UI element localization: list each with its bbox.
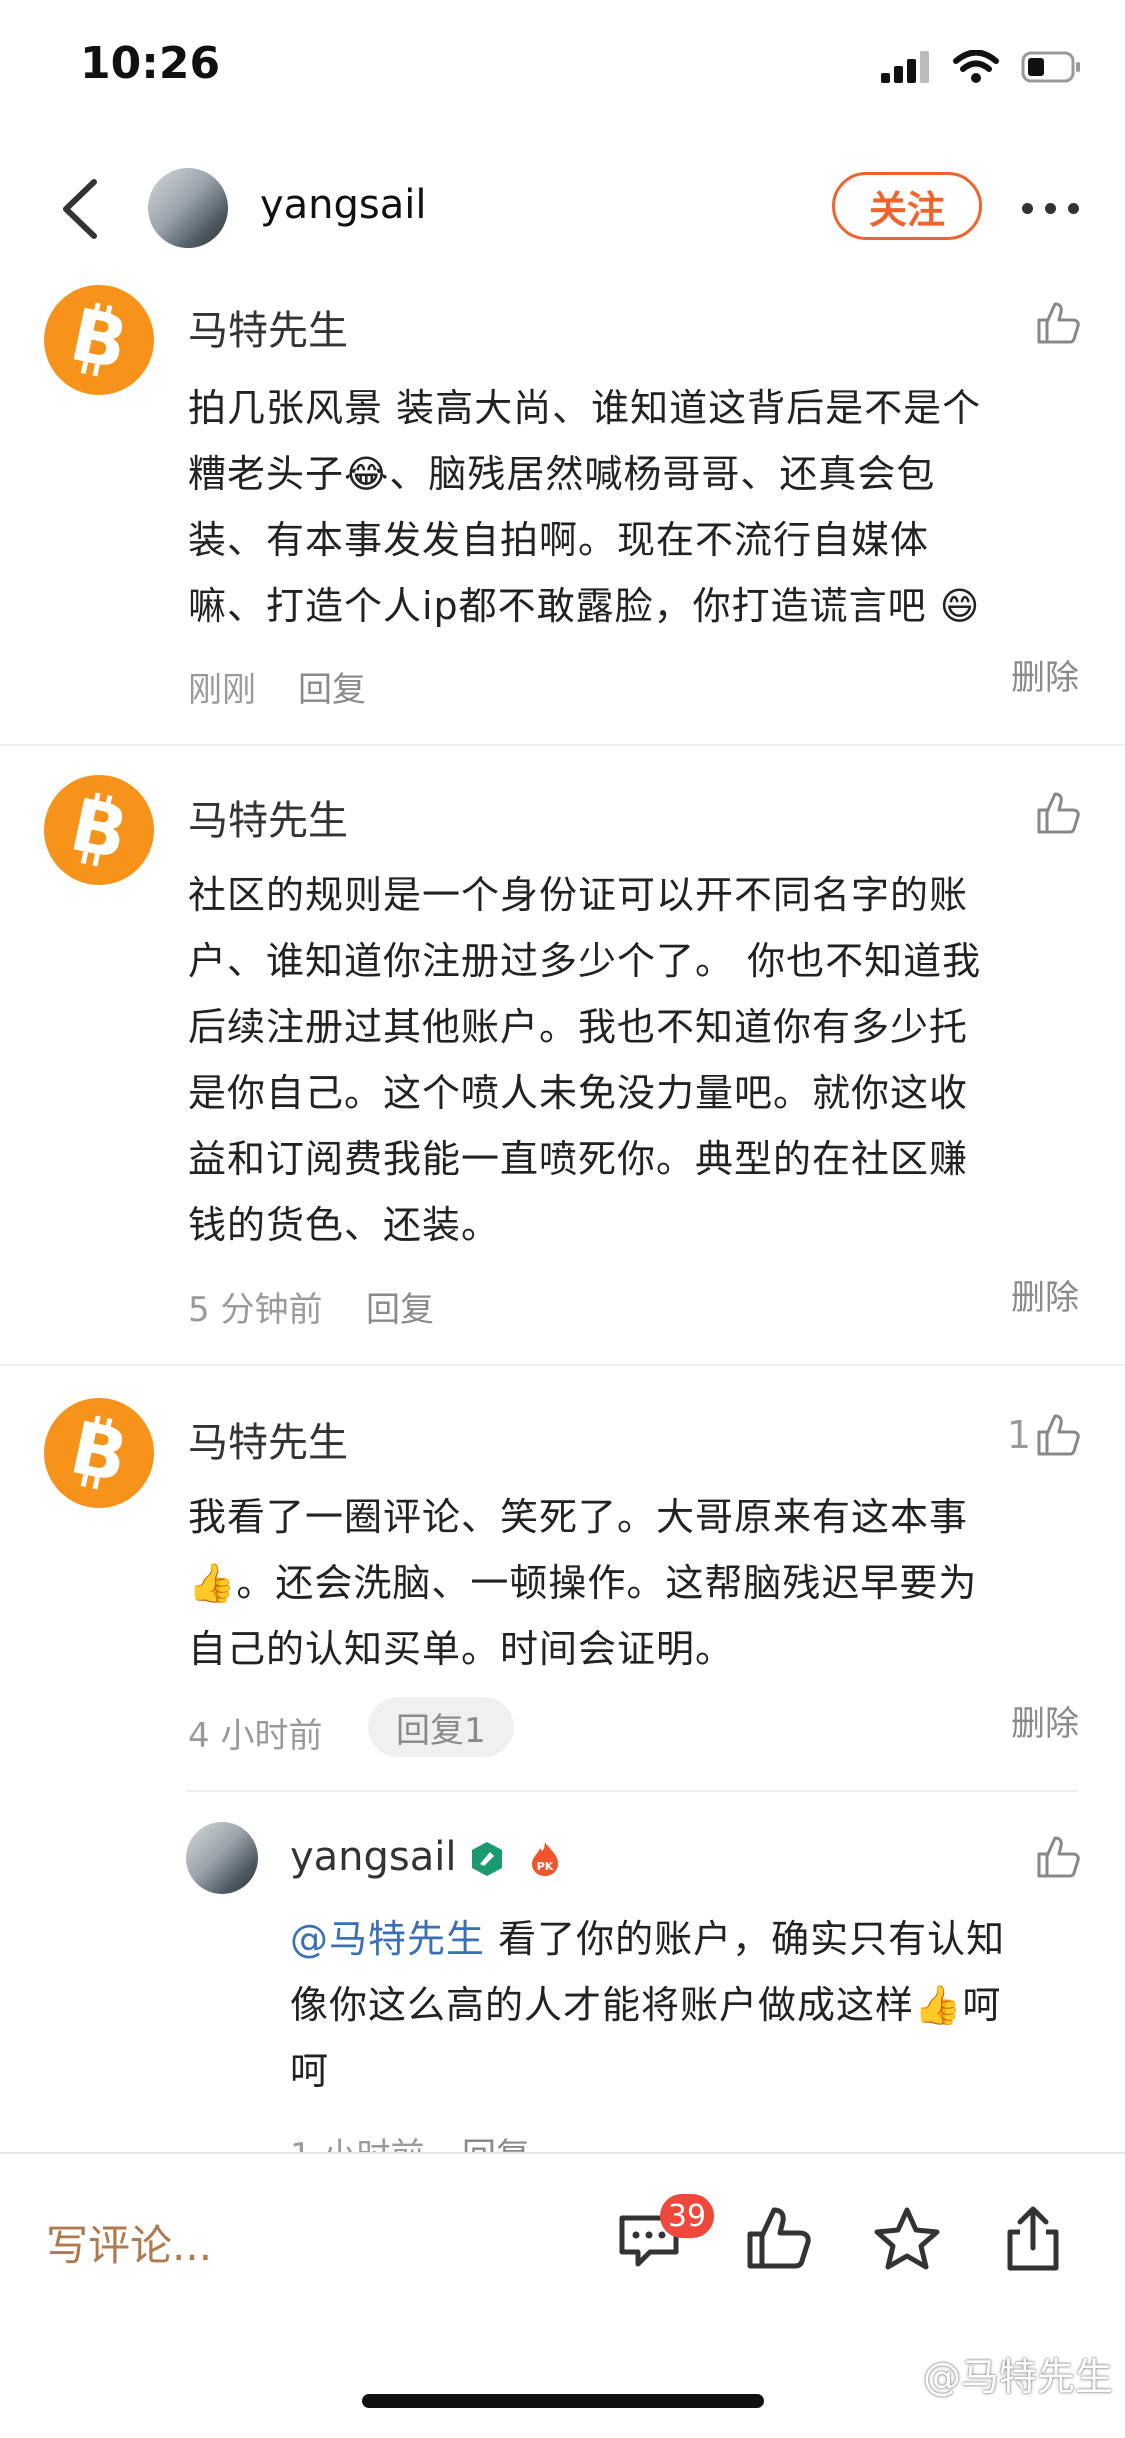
- comment-count-badge: 39: [660, 2194, 714, 2238]
- share-icon[interactable]: [998, 2204, 1068, 2274]
- delete-button[interactable]: 删除: [1011, 650, 1079, 699]
- comment-line: 益和订阅费我能一直喷死你。典型的在社区赚: [188, 1137, 969, 1181]
- comment-line: 钱的货色、还装。: [188, 1203, 501, 1247]
- watermark: @马特先生: [922, 2355, 1113, 2399]
- home-indicator: [362, 2394, 764, 2408]
- like-button[interactable]: 1: [1007, 1412, 1081, 1458]
- divider: [186, 1790, 1078, 1792]
- delete-button[interactable]: 删除: [1011, 1696, 1079, 1745]
- reply-line: 呵: [290, 2049, 330, 2093]
- comment-line: 我看了一圈评论、笑死了。大哥原来有这本事: [188, 1495, 969, 1539]
- comment-line: 拍几张风景 装高大尚、谁知道这背后是不是个: [188, 386, 982, 430]
- reply-line: 像你这么高的人才能将账户做成这样👍呵: [290, 1983, 1002, 2027]
- bitcoin-logo[interactable]: B: [44, 1398, 154, 1508]
- status-icons: [881, 50, 1081, 84]
- comment-line: 自己的认知买单。时间会证明。: [188, 1627, 735, 1671]
- battery-icon: [1021, 51, 1080, 83]
- reply-button[interactable]: 回复: [298, 662, 366, 711]
- signal-icon: [881, 51, 929, 83]
- comment-time: 4 小时前: [188, 1716, 323, 1756]
- divider: [0, 1364, 1125, 1366]
- comment-text: 拍几张风景 装高大尚、谁知道这背后是不是个 糟老头子😂、脑残居然喊杨哥哥、还真会…: [188, 375, 1068, 639]
- comment-line: 户、谁知道你注册过多少个了。 你也不知道我: [188, 939, 982, 983]
- like-button[interactable]: [1035, 1834, 1081, 1880]
- reply-text: @马特先生 看了你的账户，确实只有认知 像你这么高的人才能将账户做成这样👍呵 呵: [290, 1906, 1080, 2104]
- thumbs-up-icon: [1037, 792, 1080, 834]
- verified-icon: [472, 1842, 502, 1876]
- thumbs-up-icon: [1037, 302, 1080, 344]
- thumbs-up-icon: [1037, 1414, 1080, 1456]
- avatar[interactable]: [186, 1822, 258, 1894]
- svg-text:PK: PK: [537, 1860, 554, 1873]
- reply-count-button[interactable]: 回复1: [368, 1697, 514, 1757]
- more-icon[interactable]: [1010, 188, 1090, 228]
- comment-author[interactable]: 马特先生: [188, 1410, 348, 1468]
- comment-author[interactable]: 马特先生: [188, 788, 348, 846]
- comment-line: 社区的规则是一个身份证可以开不同名字的账: [188, 873, 969, 917]
- header: yangsail 关注: [0, 150, 1125, 270]
- comment-line: 是你自己。这个喷人未免没力量吧。就你这收: [188, 1071, 969, 1115]
- comment-text: 社区的规则是一个身份证可以开不同名字的账 户、谁知道你注册过多少个了。 你也不知…: [188, 862, 1068, 1258]
- bitcoin-logo[interactable]: B: [44, 285, 154, 395]
- like-count: 1: [1006, 1413, 1031, 1457]
- comment-line: 嘛、打造个人ip都不敢露脸，你打造谎言吧 😄: [188, 584, 981, 628]
- header-username[interactable]: yangsail: [260, 182, 427, 228]
- comment-time: 5 分钟前: [188, 1290, 323, 1330]
- follow-button[interactable]: 关注: [832, 172, 982, 240]
- reply-author[interactable]: yangsail: [290, 1834, 457, 1880]
- comment-line: 👍。还会洗脑、一顿操作。这帮脑残迟早要为: [188, 1561, 978, 1605]
- comment-author[interactable]: 马特先生: [188, 298, 348, 356]
- reply-button[interactable]: 回复: [366, 1282, 434, 1331]
- reply-line-text: 看了你的账户，确实只有认知: [485, 1917, 1006, 1961]
- comment-line: 糟老头子😂、脑残居然喊杨哥哥、还真会包: [188, 452, 936, 496]
- delete-button[interactable]: 删除: [1011, 1270, 1079, 1319]
- avatar[interactable]: [148, 168, 228, 248]
- comment-time: 刚刚: [188, 670, 256, 710]
- comment-line: 装、有本事发发自拍啊。现在不流行自媒体: [188, 518, 930, 562]
- star-icon[interactable]: [872, 2204, 942, 2274]
- wifi-icon: [953, 50, 999, 83]
- divider: [0, 744, 1125, 746]
- like-button[interactable]: [1031, 300, 1081, 346]
- like-button[interactable]: [1031, 790, 1081, 836]
- comment-text: 我看了一圈评论、笑死了。大哥原来有这本事 👍。还会洗脑、一顿操作。这帮脑残迟早要…: [188, 1484, 1068, 1682]
- bitcoin-logo[interactable]: B: [44, 775, 154, 885]
- thumbs-up-icon: [1037, 1836, 1080, 1878]
- write-comment-input[interactable]: 写评论...: [46, 2212, 212, 2273]
- status-bar: 10:26: [0, 0, 1125, 140]
- comment-line: 后续注册过其他账户。我也不知道你有多少托: [188, 1005, 969, 1049]
- reply-line: @马特先生 看了你的账户，确实只有认知: [290, 1906, 1080, 1972]
- back-icon[interactable]: [50, 174, 110, 244]
- pk-icon: PK: [532, 1842, 558, 1876]
- thumbs-up-icon[interactable]: [744, 2204, 814, 2274]
- status-time: 10:26: [80, 38, 221, 89]
- mention-link[interactable]: @马特先生: [290, 1917, 485, 1961]
